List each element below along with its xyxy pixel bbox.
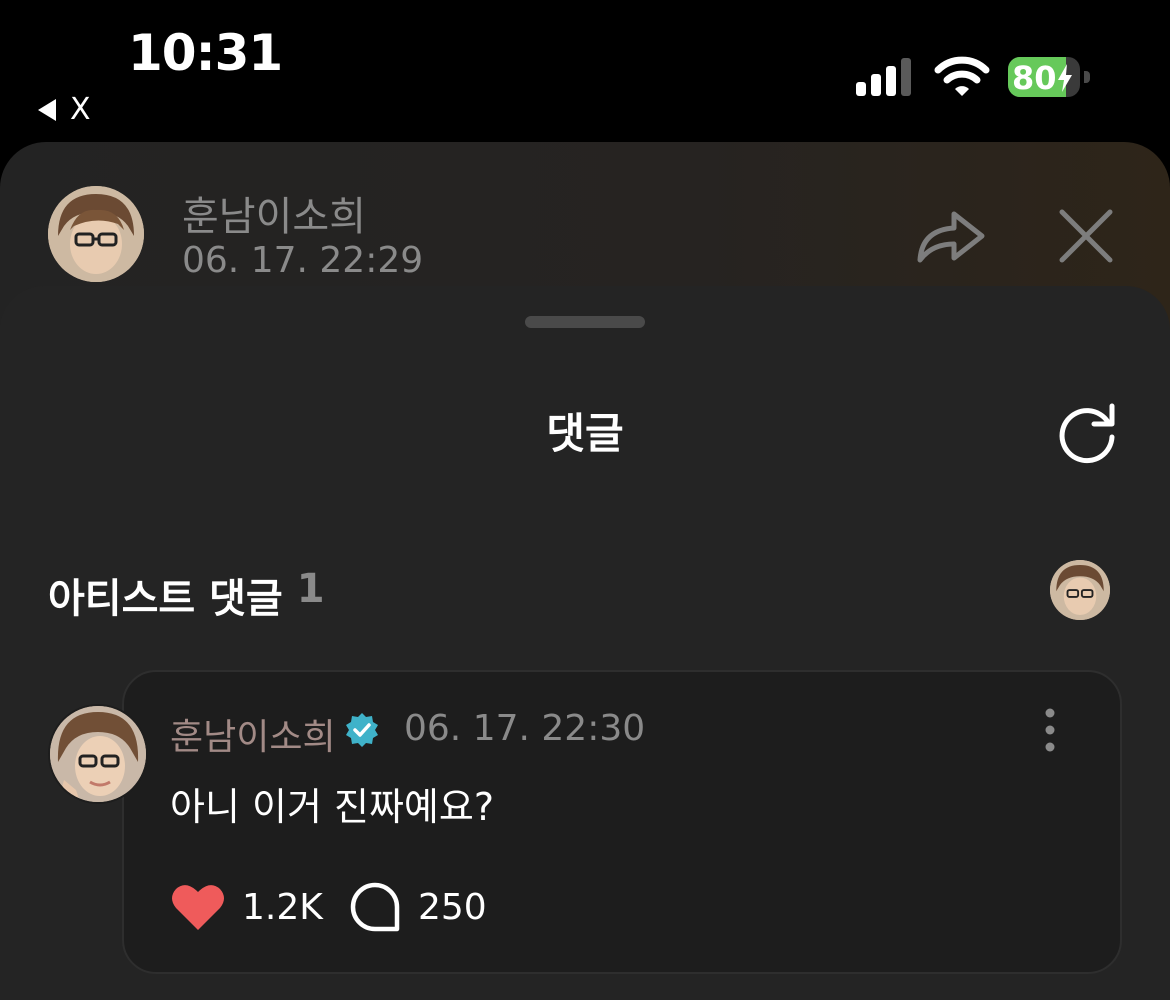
reply-button[interactable]: 250 bbox=[350, 882, 487, 932]
battery-indicator: 80 bbox=[1008, 57, 1094, 97]
like-button[interactable]: 1.2K bbox=[170, 882, 323, 932]
drag-handle[interactable] bbox=[525, 316, 645, 328]
heart-icon bbox=[172, 885, 224, 930]
verified-badge-icon bbox=[346, 713, 378, 747]
cellular-signal-icon bbox=[856, 58, 911, 96]
comment-timestamp: 06. 17. 22:30 bbox=[404, 708, 646, 749]
avatar[interactable] bbox=[48, 186, 144, 282]
comment-text: 아니 이거 진짜예요? bbox=[170, 785, 495, 829]
comment-author-avatar[interactable] bbox=[48, 704, 148, 804]
back-arrow-icon bbox=[38, 98, 56, 121]
battery-charging-icon bbox=[1057, 64, 1072, 92]
comment-author-name[interactable]: 훈남이소희 bbox=[170, 708, 336, 760]
refresh-icon[interactable] bbox=[1056, 402, 1118, 464]
wifi-icon bbox=[934, 56, 990, 96]
post-author-name: 훈남이소희 bbox=[182, 194, 366, 240]
artist-comments-title: 아티스트 댓글 bbox=[48, 576, 283, 622]
share-icon[interactable] bbox=[914, 204, 988, 268]
sheet-title: 댓글 bbox=[546, 409, 624, 458]
comment-bubble-icon bbox=[350, 882, 400, 932]
back-to-app-button[interactable]: X bbox=[38, 92, 91, 127]
artist-comments-heading: 아티스트 댓글 1 bbox=[48, 566, 325, 624]
reply-count: 250 bbox=[418, 886, 487, 928]
more-vertical-icon[interactable] bbox=[1036, 708, 1064, 752]
like-count: 1.2K bbox=[242, 886, 323, 928]
back-app-label: X bbox=[70, 92, 91, 127]
post-timestamp: 06. 17. 22:29 bbox=[182, 240, 424, 281]
artist-avatar[interactable] bbox=[1050, 560, 1110, 620]
status-time: 10:31 bbox=[128, 24, 283, 82]
battery-level: 80 bbox=[1012, 59, 1057, 97]
artist-comments-count: 1 bbox=[296, 566, 325, 612]
close-icon[interactable] bbox=[1058, 208, 1114, 264]
